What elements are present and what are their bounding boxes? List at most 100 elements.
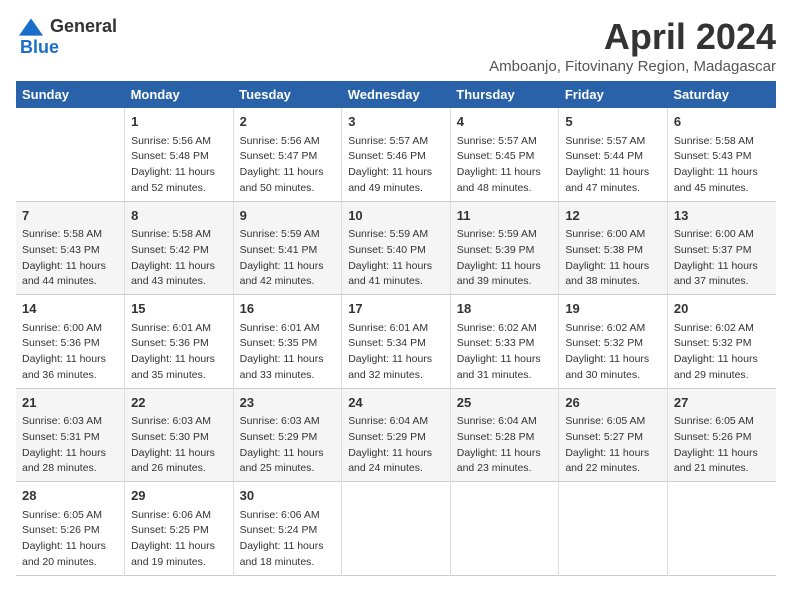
day-cell: 11Sunrise: 5:59 AM Sunset: 5:39 PM Dayli… — [450, 201, 559, 295]
day-info: Sunrise: 5:57 AM Sunset: 5:44 PM Dayligh… — [565, 134, 661, 197]
day-cell: 14Sunrise: 6:00 AM Sunset: 5:36 PM Dayli… — [16, 295, 125, 389]
day-cell: 19Sunrise: 6:02 AM Sunset: 5:32 PM Dayli… — [559, 295, 668, 389]
day-info: Sunrise: 5:57 AM Sunset: 5:45 PM Dayligh… — [457, 134, 553, 197]
day-cell: 22Sunrise: 6:03 AM Sunset: 5:30 PM Dayli… — [125, 388, 234, 482]
day-info: Sunrise: 6:00 AM Sunset: 5:37 PM Dayligh… — [674, 227, 770, 290]
weekday-header-thursday: Thursday — [450, 81, 559, 108]
day-info: Sunrise: 5:57 AM Sunset: 5:46 PM Dayligh… — [348, 134, 444, 197]
logo: General Blue — [16, 16, 117, 58]
calendar-table: SundayMondayTuesdayWednesdayThursdayFrid… — [16, 81, 776, 576]
day-number: 1 — [131, 112, 227, 132]
day-number: 18 — [457, 299, 553, 319]
day-info: Sunrise: 5:58 AM Sunset: 5:42 PM Dayligh… — [131, 227, 227, 290]
day-number: 26 — [565, 393, 661, 413]
day-number: 17 — [348, 299, 444, 319]
day-info: Sunrise: 5:56 AM Sunset: 5:48 PM Dayligh… — [131, 134, 227, 197]
day-info: Sunrise: 6:03 AM Sunset: 5:31 PM Dayligh… — [22, 414, 118, 477]
weekday-header-tuesday: Tuesday — [233, 81, 342, 108]
weekday-header-saturday: Saturday — [667, 81, 776, 108]
day-cell: 6Sunrise: 5:58 AM Sunset: 5:43 PM Daylig… — [667, 108, 776, 201]
day-info: Sunrise: 6:05 AM Sunset: 5:26 PM Dayligh… — [674, 414, 770, 477]
day-number: 13 — [674, 206, 770, 226]
day-cell — [667, 482, 776, 576]
weekday-header-friday: Friday — [559, 81, 668, 108]
day-info: Sunrise: 6:02 AM Sunset: 5:32 PM Dayligh… — [674, 321, 770, 384]
day-cell: 7Sunrise: 5:58 AM Sunset: 5:43 PM Daylig… — [16, 201, 125, 295]
month-title: April 2024 — [489, 16, 776, 58]
day-info: Sunrise: 6:05 AM Sunset: 5:26 PM Dayligh… — [22, 508, 118, 571]
week-row-4: 21Sunrise: 6:03 AM Sunset: 5:31 PM Dayli… — [16, 388, 776, 482]
weekday-header-monday: Monday — [125, 81, 234, 108]
day-number: 5 — [565, 112, 661, 132]
logo-general: General — [50, 16, 117, 37]
day-cell: 28Sunrise: 6:05 AM Sunset: 5:26 PM Dayli… — [16, 482, 125, 576]
day-info: Sunrise: 6:03 AM Sunset: 5:30 PM Dayligh… — [131, 414, 227, 477]
day-cell: 10Sunrise: 5:59 AM Sunset: 5:40 PM Dayli… — [342, 201, 451, 295]
day-cell: 24Sunrise: 6:04 AM Sunset: 5:29 PM Dayli… — [342, 388, 451, 482]
week-row-2: 7Sunrise: 5:58 AM Sunset: 5:43 PM Daylig… — [16, 201, 776, 295]
day-info: Sunrise: 5:56 AM Sunset: 5:47 PM Dayligh… — [240, 134, 336, 197]
week-row-5: 28Sunrise: 6:05 AM Sunset: 5:26 PM Dayli… — [16, 482, 776, 576]
day-info: Sunrise: 5:59 AM Sunset: 5:39 PM Dayligh… — [457, 227, 553, 290]
day-info: Sunrise: 5:58 AM Sunset: 5:43 PM Dayligh… — [22, 227, 118, 290]
day-cell: 26Sunrise: 6:05 AM Sunset: 5:27 PM Dayli… — [559, 388, 668, 482]
day-cell: 5Sunrise: 5:57 AM Sunset: 5:44 PM Daylig… — [559, 108, 668, 201]
day-info: Sunrise: 6:05 AM Sunset: 5:27 PM Dayligh… — [565, 414, 661, 477]
logo-icon — [16, 17, 46, 37]
day-info: Sunrise: 6:01 AM Sunset: 5:36 PM Dayligh… — [131, 321, 227, 384]
day-cell: 23Sunrise: 6:03 AM Sunset: 5:29 PM Dayli… — [233, 388, 342, 482]
day-info: Sunrise: 5:59 AM Sunset: 5:40 PM Dayligh… — [348, 227, 444, 290]
day-cell: 16Sunrise: 6:01 AM Sunset: 5:35 PM Dayli… — [233, 295, 342, 389]
day-info: Sunrise: 5:58 AM Sunset: 5:43 PM Dayligh… — [674, 134, 770, 197]
day-number: 28 — [22, 486, 118, 506]
day-number: 15 — [131, 299, 227, 319]
week-row-3: 14Sunrise: 6:00 AM Sunset: 5:36 PM Dayli… — [16, 295, 776, 389]
day-cell — [450, 482, 559, 576]
day-number: 14 — [22, 299, 118, 319]
day-number: 2 — [240, 112, 336, 132]
day-number: 30 — [240, 486, 336, 506]
day-cell: 17Sunrise: 6:01 AM Sunset: 5:34 PM Dayli… — [342, 295, 451, 389]
day-number: 3 — [348, 112, 444, 132]
day-number: 16 — [240, 299, 336, 319]
day-info: Sunrise: 6:02 AM Sunset: 5:33 PM Dayligh… — [457, 321, 553, 384]
day-number: 8 — [131, 206, 227, 226]
day-number: 4 — [457, 112, 553, 132]
day-number: 24 — [348, 393, 444, 413]
day-number: 29 — [131, 486, 227, 506]
day-cell: 20Sunrise: 6:02 AM Sunset: 5:32 PM Dayli… — [667, 295, 776, 389]
logo-blue: Blue — [20, 37, 59, 58]
day-cell: 9Sunrise: 5:59 AM Sunset: 5:41 PM Daylig… — [233, 201, 342, 295]
location-title: Amboanjo, Fitovinany Region, Madagascar — [489, 58, 776, 75]
day-info: Sunrise: 6:01 AM Sunset: 5:34 PM Dayligh… — [348, 321, 444, 384]
day-number: 20 — [674, 299, 770, 319]
day-cell — [342, 482, 451, 576]
title-area: April 2024 Amboanjo, Fitovinany Region, … — [489, 16, 776, 75]
day-cell: 8Sunrise: 5:58 AM Sunset: 5:42 PM Daylig… — [125, 201, 234, 295]
day-number: 12 — [565, 206, 661, 226]
day-info: Sunrise: 6:01 AM Sunset: 5:35 PM Dayligh… — [240, 321, 336, 384]
day-cell: 27Sunrise: 6:05 AM Sunset: 5:26 PM Dayli… — [667, 388, 776, 482]
day-number: 21 — [22, 393, 118, 413]
day-number: 11 — [457, 206, 553, 226]
day-info: Sunrise: 6:02 AM Sunset: 5:32 PM Dayligh… — [565, 321, 661, 384]
day-cell: 25Sunrise: 6:04 AM Sunset: 5:28 PM Dayli… — [450, 388, 559, 482]
weekday-header-row: SundayMondayTuesdayWednesdayThursdayFrid… — [16, 81, 776, 108]
day-cell: 2Sunrise: 5:56 AM Sunset: 5:47 PM Daylig… — [233, 108, 342, 201]
day-number: 19 — [565, 299, 661, 319]
day-number: 9 — [240, 206, 336, 226]
day-info: Sunrise: 6:04 AM Sunset: 5:29 PM Dayligh… — [348, 414, 444, 477]
day-cell — [559, 482, 668, 576]
weekday-header-sunday: Sunday — [16, 81, 125, 108]
day-info: Sunrise: 6:00 AM Sunset: 5:36 PM Dayligh… — [22, 321, 118, 384]
day-number: 7 — [22, 206, 118, 226]
day-cell: 29Sunrise: 6:06 AM Sunset: 5:25 PM Dayli… — [125, 482, 234, 576]
day-number: 22 — [131, 393, 227, 413]
week-row-1: 1Sunrise: 5:56 AM Sunset: 5:48 PM Daylig… — [16, 108, 776, 201]
day-info: Sunrise: 6:04 AM Sunset: 5:28 PM Dayligh… — [457, 414, 553, 477]
day-cell: 3Sunrise: 5:57 AM Sunset: 5:46 PM Daylig… — [342, 108, 451, 201]
day-cell: 18Sunrise: 6:02 AM Sunset: 5:33 PM Dayli… — [450, 295, 559, 389]
day-number: 23 — [240, 393, 336, 413]
weekday-header-wednesday: Wednesday — [342, 81, 451, 108]
day-info: Sunrise: 5:59 AM Sunset: 5:41 PM Dayligh… — [240, 227, 336, 290]
